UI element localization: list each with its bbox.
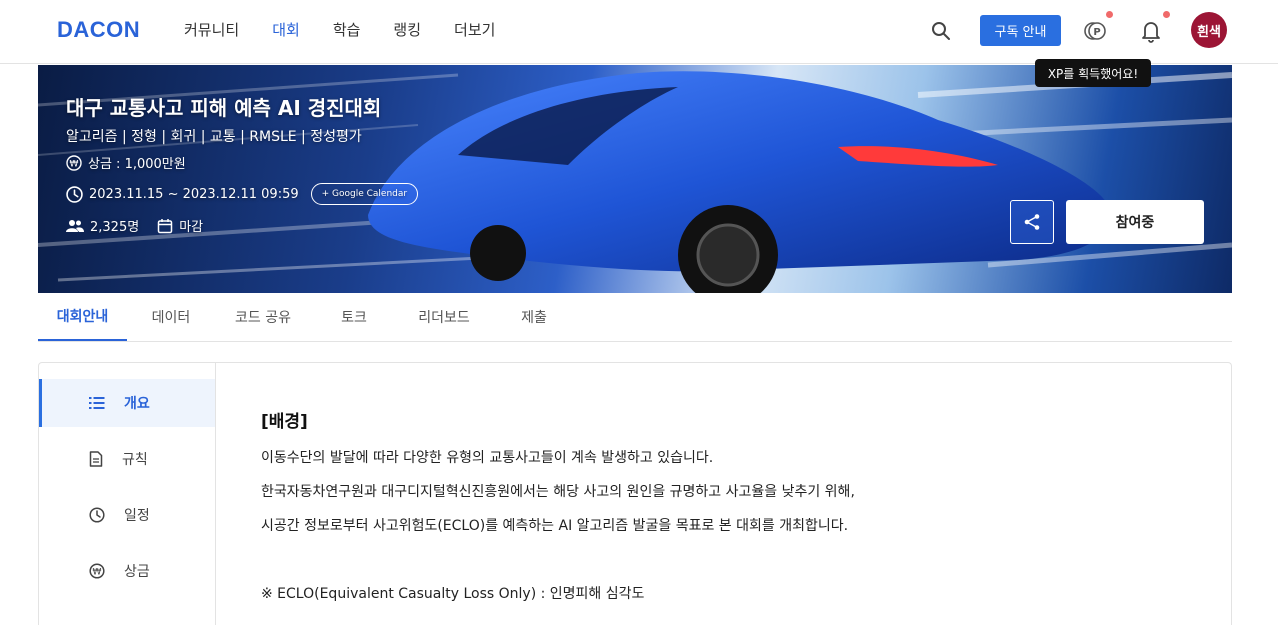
tab-data[interactable]: 데이터 bbox=[138, 293, 204, 341]
tab-info[interactable]: 대회안내 bbox=[38, 293, 127, 341]
tab-code-share[interactable]: 코드 공유 bbox=[218, 293, 308, 341]
people-icon bbox=[66, 219, 84, 232]
nav-item-competition[interactable]: 대회 bbox=[272, 19, 300, 40]
join-button[interactable]: 참여중 bbox=[1066, 200, 1204, 244]
list-icon bbox=[89, 397, 105, 409]
point-notification-dot bbox=[1106, 11, 1113, 18]
tab-leaderboard[interactable]: 리더보드 bbox=[402, 293, 486, 341]
stats-row: 2,325명 마감 bbox=[66, 216, 203, 235]
top-header: DACON 커뮤니티 대회 학습 랭킹 더보기 구독 안내 P 흰색 bbox=[0, 0, 1278, 64]
won-icon: ₩ bbox=[66, 154, 82, 171]
clock-icon bbox=[89, 507, 105, 523]
content-panel: 개요 규칙 일정 ₩ 상금 [배경] 이동수단의 발달에 따라 다양한 유형의 … bbox=[38, 362, 1232, 625]
paragraph-line: 시공간 정보로부터 사고위험도(ECLO)를 예측하는 AI 알고리즘 발굴을 … bbox=[261, 518, 849, 534]
prize-text: 상금 : 1,000만원 bbox=[88, 157, 186, 172]
dacon-logo[interactable]: DACON bbox=[57, 17, 140, 43]
eclo-note: ※ ECLO(Equivalent Casualty Loss Only) : … bbox=[261, 586, 645, 602]
point-icon[interactable]: P bbox=[1082, 19, 1108, 43]
bell-icon[interactable] bbox=[1141, 19, 1161, 43]
nav-item-learning[interactable]: 학습 bbox=[333, 19, 361, 40]
competition-tabs: 대회안내 데이터 코드 공유 토크 리더보드 제출 bbox=[38, 293, 1232, 342]
paragraph-line: 한국자동차연구원과 대구디지털혁신진흥원에서는 해당 사고의 원인을 규명하고 … bbox=[261, 484, 855, 500]
sidebar-item-label: 일정 bbox=[124, 508, 150, 524]
sidebar-item-label: 상금 bbox=[124, 564, 150, 580]
competition-status: 마감 bbox=[179, 220, 204, 235]
period-text: 2023.11.15 ~ 2023.12.11 09:59 bbox=[89, 186, 299, 202]
share-button[interactable] bbox=[1010, 200, 1054, 244]
competition-tags: 알고리즘 | 정형 | 회귀 | 교통 | RMSLE | 정성평가 bbox=[66, 129, 362, 145]
svg-text:₩: ₩ bbox=[93, 568, 102, 578]
search-icon[interactable] bbox=[931, 21, 951, 41]
bell-notification-dot bbox=[1163, 11, 1170, 18]
won-icon: ₩ bbox=[89, 563, 105, 579]
sidebar-item-overview[interactable]: 개요 bbox=[39, 379, 215, 427]
prize-row: ₩ 상금 : 1,000만원 bbox=[66, 153, 186, 172]
nav-item-community[interactable]: 커뮤니티 bbox=[184, 19, 239, 40]
svg-text:P: P bbox=[1093, 27, 1100, 38]
section-title: [배경] bbox=[261, 412, 308, 432]
info-sidebar: 개요 규칙 일정 ₩ 상금 bbox=[39, 363, 216, 625]
nav-item-ranking[interactable]: 랭킹 bbox=[393, 19, 421, 40]
calendar-icon bbox=[157, 218, 173, 233]
paragraph-line: 이동수단의 발달에 따라 다양한 유형의 교통사고들이 계속 발생하고 있습니다… bbox=[261, 450, 714, 466]
google-calendar-button[interactable]: + Google Calendar bbox=[310, 183, 419, 205]
subscribe-button[interactable]: 구독 안내 bbox=[980, 15, 1061, 46]
participants-count: 2,325명 bbox=[90, 220, 140, 235]
user-avatar[interactable]: 흰색 bbox=[1191, 12, 1227, 48]
competition-title: 대구 교통사고 피해 예측 AI 경진대회 bbox=[66, 96, 382, 120]
period-row: 2023.11.15 ~ 2023.12.11 09:59 + Google C… bbox=[66, 183, 419, 205]
share-icon bbox=[1024, 214, 1040, 230]
nav-item-more[interactable]: 더보기 bbox=[454, 19, 495, 40]
sidebar-item-prize[interactable]: ₩ 상금 bbox=[39, 547, 215, 595]
sidebar-item-rules[interactable]: 규칙 bbox=[39, 435, 215, 483]
main-nav: 커뮤니티 대회 학습 랭킹 더보기 bbox=[184, 19, 528, 40]
clock-icon bbox=[66, 185, 83, 203]
sidebar-item-label: 개요 bbox=[124, 396, 150, 412]
sidebar-item-label: 규칙 bbox=[122, 452, 148, 468]
svg-text:₩: ₩ bbox=[70, 159, 79, 169]
document-icon bbox=[89, 451, 103, 467]
sidebar-item-schedule[interactable]: 일정 bbox=[39, 491, 215, 539]
competition-banner: 대구 교통사고 피해 예측 AI 경진대회 알고리즘 | 정형 | 회귀 | 교… bbox=[38, 65, 1232, 293]
tab-talk[interactable]: 토크 bbox=[328, 293, 380, 341]
xp-tooltip: XP를 획득했어요! bbox=[1035, 59, 1151, 87]
tab-submit[interactable]: 제출 bbox=[508, 293, 560, 341]
